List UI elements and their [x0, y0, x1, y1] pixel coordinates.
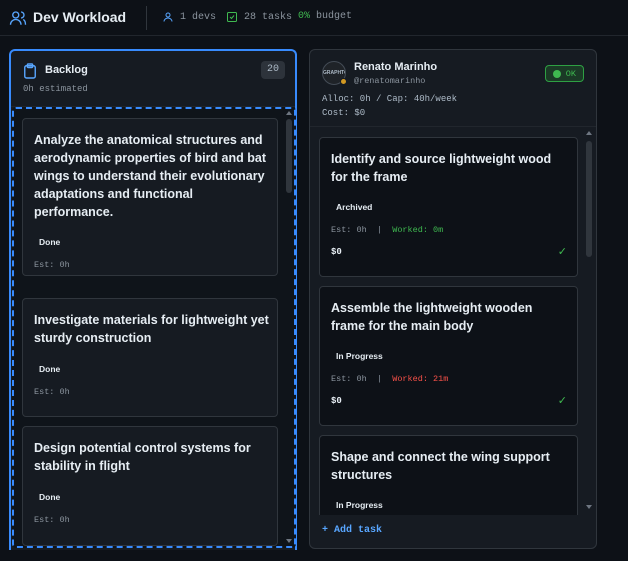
budget-label: budget [310, 11, 353, 22]
backlog-column: Backlog 0h estimated 20 Analyze the anat… [9, 49, 297, 550]
scroll-down-icon[interactable] [586, 505, 592, 509]
backlog-title: Backlog [45, 64, 88, 76]
task-list-scrollbar[interactable] [586, 131, 592, 509]
status-badge: In Progress [336, 351, 383, 361]
task-worked: Worked: 0m [392, 225, 444, 235]
budget-value: 0% [298, 11, 311, 22]
developer-column: GRAPHTON Renato Marinho @renatomarinho O… [309, 49, 597, 549]
header-divider [146, 6, 147, 30]
cost-text: Cost: $0 [322, 108, 366, 118]
backlog-count-badge: 20 [261, 61, 285, 79]
add-task-button[interactable]: + Add task [322, 525, 382, 536]
check-icon: ✓ [557, 246, 567, 258]
task-card[interactable]: Identify and source lightweight wood for… [319, 137, 578, 277]
scroll-up-icon[interactable] [586, 131, 592, 135]
task-estimate: Est: 0h [34, 387, 70, 397]
backlog-card[interactable]: Analyze the anatomical structures and ae… [22, 118, 278, 276]
status-badge: OK [544, 65, 584, 82]
developer-handle: @renatomarinho [354, 76, 426, 86]
checkbox-icon [227, 12, 237, 22]
task-cost: $0 [331, 247, 342, 257]
task-title: Assemble the lightweight wooden frame fo… [331, 301, 533, 333]
backlog-estimated: 0h estimated [23, 84, 88, 94]
devs-count: 1 devs [180, 11, 217, 23]
presence-dot [340, 78, 347, 85]
task-title: Identify and source lightweight wood for… [331, 152, 552, 184]
task-estimate-line: Est: 0h | Worked: 21m [331, 374, 449, 384]
scrollbar-thumb[interactable] [586, 141, 592, 257]
allocation-text: Alloc: 0h / Cap: 40h/week [322, 94, 458, 104]
top-bar: Dev Workload 1 devs 28 tasks 0% budget [0, 0, 628, 36]
status-badge: Done [39, 492, 61, 502]
user-icon [163, 12, 173, 22]
task-card[interactable]: Shape and connect the wing support struc… [319, 435, 578, 515]
scroll-down-icon[interactable] [286, 539, 292, 543]
status-label: OK [565, 68, 576, 79]
task-estimate: Est: 0h [331, 374, 367, 384]
scrollbar-thumb[interactable] [286, 119, 292, 193]
task-title: Design potential control systems for sta… [34, 441, 251, 473]
developer-name: Renato Marinho [354, 61, 438, 73]
task-cost: $0 [331, 396, 342, 406]
clipboard-icon [24, 63, 36, 79]
status-badge: Archived [336, 202, 373, 212]
backlog-card[interactable]: Design potential control systems for sta… [22, 426, 278, 546]
task-estimate: Est: 0h [34, 515, 70, 525]
task-title: Shape and connect the wing support struc… [331, 450, 550, 482]
backlog-dropzone[interactable]: Analyze the anatomical structures and ae… [12, 107, 296, 548]
task-estimate: Est: 0h [331, 225, 367, 235]
task-estimate: Est: 0h [34, 260, 70, 270]
task-card[interactable]: Assemble the lightweight wooden frame fo… [319, 286, 578, 426]
check-icon: ✓ [557, 395, 567, 407]
task-estimate-line: Est: 0h | Worked: 0m [331, 225, 444, 235]
task-worked: Worked: 21m [392, 374, 449, 384]
status-badge: Done [39, 237, 61, 247]
status-badge: Done [39, 364, 61, 374]
status-dot-icon [552, 69, 561, 78]
backlog-scrollbar[interactable] [286, 111, 292, 543]
task-title: Investigate materials for lightweight ye… [34, 313, 269, 345]
backlog-header: Backlog 0h estimated 20 [11, 51, 295, 107]
users-icon [9, 11, 27, 25]
scroll-up-icon[interactable] [286, 111, 292, 115]
tasks-stat: 28 tasks [226, 11, 292, 23]
developer-task-list[interactable]: Identify and source lightweight wood for… [310, 127, 596, 515]
developer-header: GRAPHTON Renato Marinho @renatomarinho O… [310, 50, 596, 127]
task-title: Analyze the anatomical structures and ae… [34, 133, 266, 219]
page-title: Dev Workload [33, 9, 127, 25]
tasks-count: 28 tasks [244, 11, 293, 23]
budget-stat: 0% budget [298, 11, 352, 22]
devs-stat: 1 devs [162, 11, 216, 23]
backlog-card[interactable]: Investigate materials for lightweight ye… [22, 298, 278, 417]
status-badge: In Progress [336, 500, 383, 510]
